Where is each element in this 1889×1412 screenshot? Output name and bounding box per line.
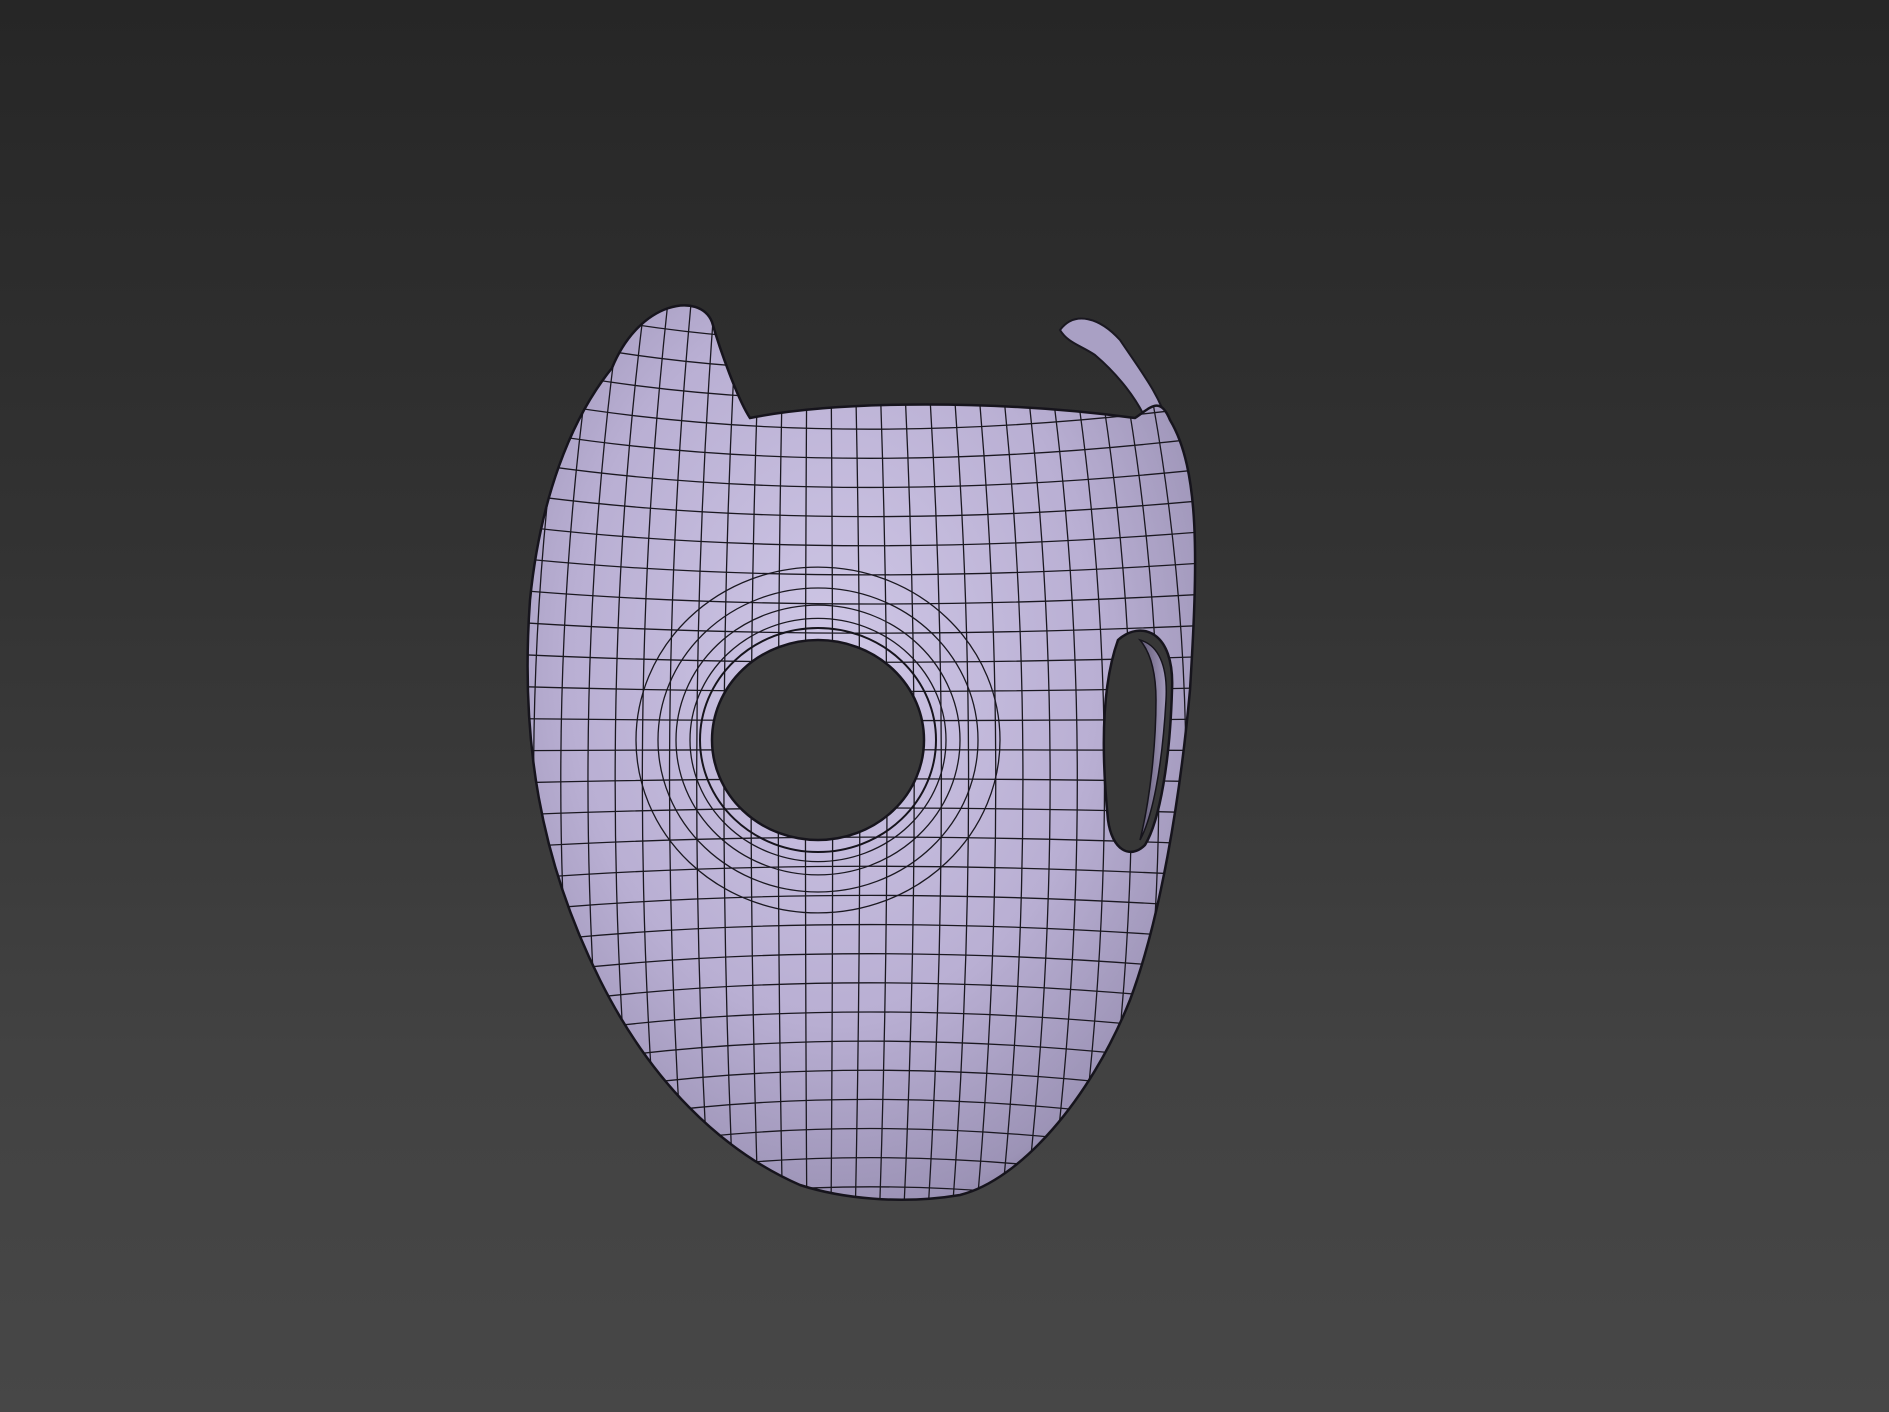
- mesh-edge: [500, 1216, 1220, 1269]
- viewport-canvas: [500, 304, 1220, 1269]
- 3d-viewport[interactable]: [0, 0, 1889, 1412]
